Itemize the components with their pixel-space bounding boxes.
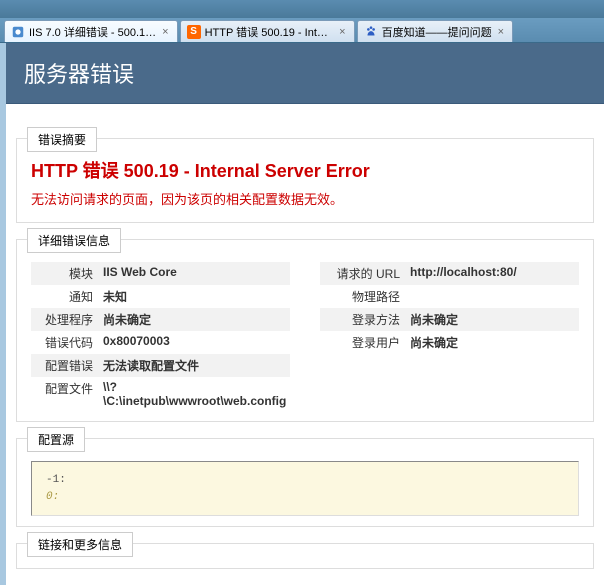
detail-label: 登录用户: [320, 334, 410, 351]
browser-tab-bar: IIS 7.0 详细错误 - 500.1… × S HTTP 错误 500.19…: [0, 18, 604, 43]
links-section: 链接和更多信息: [16, 543, 594, 569]
detail-value: 无法读取配置文件: [103, 357, 290, 374]
detail-value: IIS Web Core: [103, 265, 290, 282]
config-line: -1:: [46, 472, 564, 489]
detail-value: 尚未确定: [410, 311, 579, 328]
page-content: 服务器错误 错误摘要 HTTP 错误 500.19 - Internal Ser…: [6, 43, 604, 585]
detail-value: 尚未确定: [103, 311, 290, 328]
error-summary-section: 错误摘要 HTTP 错误 500.19 - Internal Server Er…: [16, 138, 594, 223]
detail-label: 通知: [31, 288, 103, 305]
detail-label: 模块: [31, 265, 103, 282]
section-tab-links: 链接和更多信息: [27, 532, 133, 557]
detail-value: 0x80070003: [103, 334, 290, 351]
detail-value: 尚未确定: [410, 334, 579, 351]
sogou-icon: S: [187, 25, 201, 39]
error-description: 无法访问请求的页面，因为该页的相关配置数据无效。: [31, 189, 579, 208]
baidu-icon: [364, 25, 378, 39]
detail-left-column: 模块IIS Web Core 通知未知 处理程序尚未确定 错误代码0x80070…: [31, 262, 290, 411]
tab-iis-error[interactable]: IIS 7.0 详细错误 - 500.1… ×: [4, 20, 178, 42]
iis-icon: [11, 25, 25, 39]
detail-label: 登录方法: [320, 311, 410, 328]
tab-baidu[interactable]: 百度知道——提问问题 ×: [357, 20, 513, 42]
tab-title: IIS 7.0 详细错误 - 500.1…: [29, 24, 156, 40]
close-icon[interactable]: ×: [337, 26, 347, 38]
detail-label: 错误代码: [31, 334, 103, 351]
detail-value: [410, 288, 579, 305]
close-icon[interactable]: ×: [496, 26, 506, 38]
error-title: HTTP 错误 500.19 - Internal Server Error: [31, 157, 579, 183]
browser-titlebar: [0, 0, 604, 18]
detail-value: \\?\C:\inetpub\wwwroot\web.config: [103, 380, 290, 408]
tab-title: 百度知道——提问问题: [382, 24, 492, 40]
detail-info-section: 详细错误信息 模块IIS Web Core 通知未知 处理程序尚未确定 错误代码…: [16, 239, 594, 422]
tab-sogou[interactable]: S HTTP 错误 500.19 - Inte… ×: [180, 20, 355, 42]
section-tab-summary: 错误摘要: [27, 127, 97, 152]
close-icon[interactable]: ×: [160, 26, 170, 38]
detail-value: 未知: [103, 288, 290, 305]
config-source-section: 配置源 -1: 0:: [16, 438, 594, 527]
section-tab-config: 配置源: [27, 427, 85, 452]
tab-title: HTTP 错误 500.19 - Inte…: [205, 24, 334, 40]
detail-label: 物理路径: [320, 288, 410, 305]
detail-value: http://localhost:80/: [410, 265, 579, 282]
detail-right-column: 请求的 URLhttp://localhost:80/ 物理路径 登录方法尚未确…: [320, 262, 579, 411]
config-source-box: -1: 0:: [31, 461, 579, 516]
detail-label: 处理程序: [31, 311, 103, 328]
detail-label: 请求的 URL: [320, 265, 410, 282]
config-line: 0:: [46, 489, 564, 506]
page-title: 服务器错误: [6, 43, 604, 104]
detail-label: 配置文件: [31, 380, 103, 408]
detail-label: 配置错误: [31, 357, 103, 374]
section-tab-detail: 详细错误信息: [27, 228, 121, 253]
